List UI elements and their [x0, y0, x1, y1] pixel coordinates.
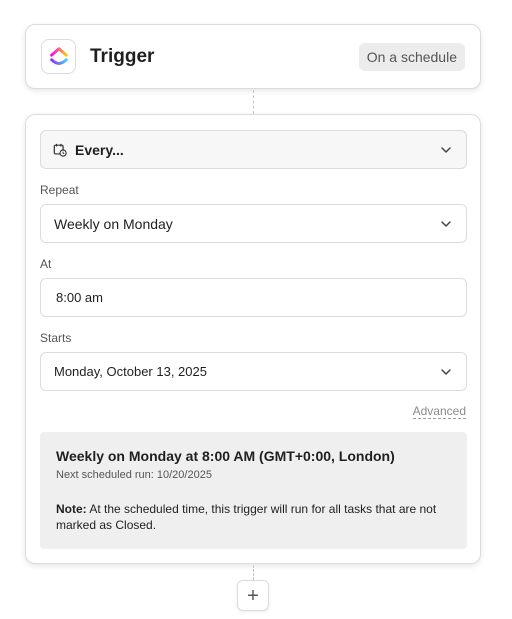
repeat-select[interactable]: Weekly on Monday — [40, 204, 467, 243]
schedule-summary: Weekly on Monday at 8:00 AM (GMT+0:00, L… — [40, 432, 467, 549]
chevron-down-icon — [441, 221, 451, 227]
connector-line — [253, 90, 254, 114]
schedule-mode-select[interactable]: Every... — [40, 130, 467, 169]
schedule-badge: On a schedule — [358, 43, 465, 71]
clickup-logo-icon — [49, 46, 68, 65]
note-text: At the scheduled time, this trigger will… — [56, 502, 437, 532]
summary-note: Note: At the scheduled time, this trigge… — [56, 501, 451, 533]
schedule-mode-label: Every... — [75, 141, 124, 158]
calendar-clock-icon — [53, 143, 67, 157]
chevron-down-icon — [441, 369, 451, 375]
repeat-value: Weekly on Monday — [54, 215, 173, 232]
time-value: 8:00 am — [56, 290, 103, 305]
connector-line — [253, 565, 254, 580]
chevron-down-icon — [441, 147, 451, 153]
advanced-link[interactable]: Advanced — [412, 404, 466, 419]
add-step-button[interactable]: + — [237, 580, 269, 611]
repeat-label: Repeat — [40, 183, 79, 197]
at-label: At — [40, 257, 52, 271]
start-date-value: Monday, October 13, 2025 — [54, 364, 207, 379]
schedule-card: Every... Repeat Weekly on Monday At 8:00… — [25, 114, 481, 564]
summary-title: Weekly on Monday at 8:00 AM (GMT+0:00, L… — [56, 448, 395, 464]
time-input[interactable]: 8:00 am — [40, 278, 467, 317]
clickup-logo — [41, 39, 76, 74]
trigger-title: Trigger — [90, 46, 155, 67]
start-date-select[interactable]: Monday, October 13, 2025 — [40, 352, 467, 391]
starts-label: Starts — [40, 331, 72, 345]
next-run-text: Next scheduled run: 10/20/2025 — [56, 469, 212, 481]
trigger-card[interactable]: Trigger On a schedule — [25, 24, 481, 89]
note-label: Note: — [56, 502, 87, 516]
